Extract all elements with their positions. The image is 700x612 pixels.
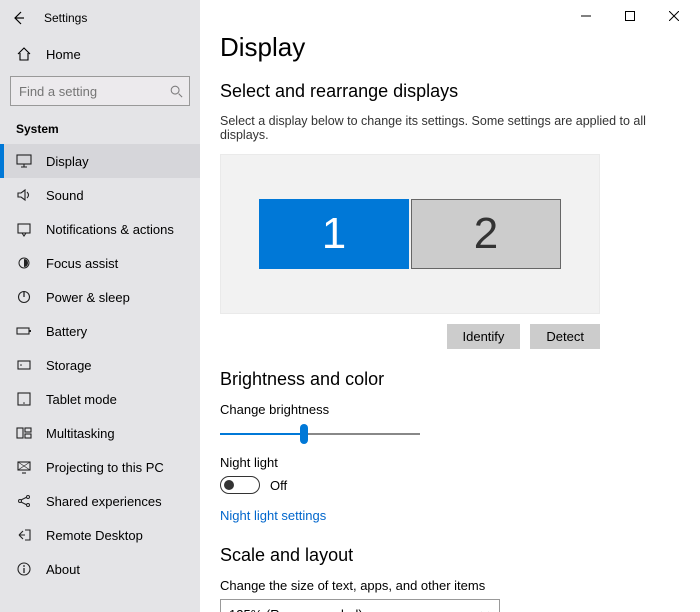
page-content: Display Select and rearrange displays Se… <box>200 0 700 612</box>
titlebar-left: Settings <box>0 0 200 36</box>
sidebar-item-focus-assist[interactable]: Focus assist <box>0 246 200 280</box>
shared-icon <box>16 493 32 509</box>
storage-icon <box>16 357 32 373</box>
slider-thumb[interactable] <box>300 424 308 444</box>
detect-button[interactable]: Detect <box>530 324 600 349</box>
main-area: Display Select and rearrange displays Se… <box>200 0 700 612</box>
search-box[interactable] <box>10 76 190 106</box>
sidebar-item-label: Display <box>46 154 89 169</box>
arrange-description: Select a display below to change its set… <box>220 114 680 142</box>
home-icon <box>16 46 32 62</box>
sidebar: Settings Home System Display Sound Notific… <box>0 0 200 612</box>
battery-icon <box>16 323 32 339</box>
display-arrangement-canvas[interactable]: 1 2 <box>220 154 600 314</box>
night-light-toggle[interactable] <box>220 476 260 494</box>
page-title: Display <box>220 32 680 63</box>
sidebar-item-about[interactable]: About <box>0 552 200 586</box>
sidebar-item-battery[interactable]: Battery <box>0 314 200 348</box>
sidebar-item-label: Shared experiences <box>46 494 162 509</box>
slider-fill <box>220 433 304 435</box>
maximize-button[interactable] <box>608 2 652 30</box>
sidebar-item-shared-experiences[interactable]: Shared experiences <box>0 484 200 518</box>
sidebar-item-label: About <box>46 562 80 577</box>
sidebar-item-notifications-actions[interactable]: Notifications & actions <box>0 212 200 246</box>
arrange-buttons: Identify Detect <box>220 324 600 349</box>
multitasking-icon <box>16 425 32 441</box>
section-heading-arrange: Select and rearrange displays <box>220 81 680 102</box>
sidebar-item-label: Tablet mode <box>46 392 117 407</box>
night-light-state: Off <box>270 478 287 493</box>
display-tile-1[interactable]: 1 <box>259 199 409 269</box>
notifications-icon <box>16 221 32 237</box>
sidebar-item-label: Notifications & actions <box>46 222 174 237</box>
sidebar-item-label: Multitasking <box>46 426 115 441</box>
brightness-label: Change brightness <box>220 402 680 417</box>
back-button[interactable] <box>8 7 30 29</box>
window-controls <box>564 2 696 30</box>
brightness-slider[interactable] <box>220 423 420 445</box>
section-heading-brightness: Brightness and color <box>220 369 680 390</box>
window-title: Settings <box>44 11 87 25</box>
scale-value: 125% (Recommended) <box>229 607 363 612</box>
display-number: 1 <box>322 209 346 259</box>
sidebar-item-display[interactable]: Display <box>0 144 200 178</box>
sidebar-item-label: Sound <box>46 188 84 203</box>
projecting-icon <box>16 459 32 475</box>
close-button[interactable] <box>652 2 696 30</box>
identify-button[interactable]: Identify <box>447 324 521 349</box>
scale-label: Change the size of text, apps, and other… <box>220 578 680 593</box>
sidebar-item-tablet-mode[interactable]: Tablet mode <box>0 382 200 416</box>
sound-icon <box>16 187 32 203</box>
sidebar-item-label: Power & sleep <box>46 290 130 305</box>
sidebar-item-power-sleep[interactable]: Power & sleep <box>0 280 200 314</box>
search-input[interactable] <box>11 77 189 105</box>
focus-assist-icon <box>16 255 32 271</box>
toggle-knob <box>224 480 234 490</box>
remote-icon <box>16 527 32 543</box>
sidebar-item-label: Storage <box>46 358 92 373</box>
sidebar-item-label: Home <box>46 47 81 62</box>
sidebar-item-label: Projecting to this PC <box>46 460 164 475</box>
night-light-toggle-row: Off <box>220 476 680 494</box>
sidebar-item-label: Battery <box>46 324 87 339</box>
chevron-down-icon <box>479 608 491 612</box>
tablet-icon <box>16 391 32 407</box>
sidebar-item-storage[interactable]: Storage <box>0 348 200 382</box>
power-icon <box>16 289 32 305</box>
display-icon <box>16 153 32 169</box>
sidebar-item-label: Focus assist <box>46 256 118 271</box>
night-light-label: Night light <box>220 455 680 470</box>
sidebar-item-remote-desktop[interactable]: Remote Desktop <box>0 518 200 552</box>
about-icon <box>16 561 32 577</box>
sidebar-item-label: Remote Desktop <box>46 528 143 543</box>
sidebar-item-multitasking[interactable]: Multitasking <box>0 416 200 450</box>
sidebar-list: Display Sound Notifications & actions Focus… <box>0 144 200 586</box>
section-heading-scale: Scale and layout <box>220 545 680 566</box>
scale-select[interactable]: 125% (Recommended) <box>220 599 500 612</box>
display-tile-2[interactable]: 2 <box>411 199 561 269</box>
settings-window: Settings Home System Display Sound Notific… <box>0 0 700 612</box>
minimize-button[interactable] <box>564 2 608 30</box>
sidebar-item-projecting-to-this-pc[interactable]: Projecting to this PC <box>0 450 200 484</box>
search-icon <box>169 84 183 98</box>
night-light-settings-link[interactable]: Night light settings <box>220 508 326 523</box>
sidebar-item-home[interactable]: Home <box>0 36 200 72</box>
display-number: 2 <box>474 209 498 259</box>
sidebar-group-label: System <box>0 116 200 144</box>
sidebar-item-sound[interactable]: Sound <box>0 178 200 212</box>
